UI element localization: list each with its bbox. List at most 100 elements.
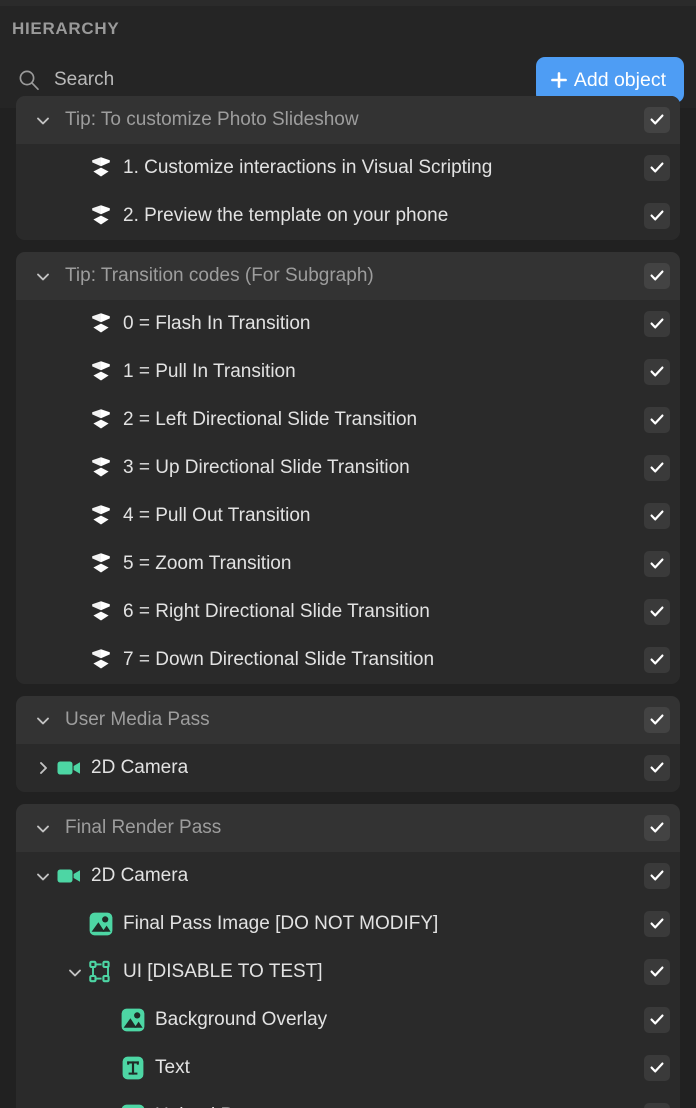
search-icon: [18, 69, 40, 91]
tree-row-label: 1 = Pull In Transition: [123, 361, 296, 382]
tree-row-label: 2D Camera: [91, 865, 189, 886]
tree-row-2-left-directional-slide-transition[interactable]: 2 = Left Directional Slide Transition: [16, 396, 680, 444]
visibility-checkbox[interactable]: [644, 863, 670, 889]
chevron-down-icon: [62, 915, 88, 933]
group-header-final-render-pass[interactable]: Final Render Pass: [16, 804, 680, 852]
visibility-checkbox[interactable]: [644, 407, 670, 433]
visibility-checkbox[interactable]: [644, 815, 670, 841]
visibility-checkbox[interactable]: [644, 455, 670, 481]
tree-row-label: 4 = Pull Out Transition: [123, 505, 311, 526]
visibility-checkbox[interactable]: [644, 599, 670, 625]
chevron-down-icon[interactable]: [30, 711, 56, 729]
tree-row-4-pull-out-transition[interactable]: 4 = Pull Out Transition: [16, 492, 680, 540]
text-icon: [120, 1055, 146, 1081]
mesh-icon: [88, 407, 114, 433]
visibility-checkbox[interactable]: [644, 707, 670, 733]
page-title: HIERARCHY: [0, 6, 696, 52]
visibility-checkbox[interactable]: [644, 1055, 670, 1081]
tree-row-label: Text: [155, 1057, 190, 1078]
chevron-right-icon[interactable]: [30, 759, 56, 777]
visibility-checkbox[interactable]: [644, 911, 670, 937]
visibility-checkbox[interactable]: [644, 755, 670, 781]
tree-row-label: Background Overlay: [155, 1009, 328, 1030]
tree-row-label: 2. Preview the template on your phone: [123, 205, 449, 226]
hierarchy-group-tip-transition-codes-for-subgraph: Tip: Transition codes (For Subgraph) 0 = …: [16, 252, 680, 684]
plus-icon: [549, 70, 569, 90]
camera-icon: [56, 863, 82, 889]
tree-row-0-flash-in-transition[interactable]: 0 = Flash In Transition: [16, 300, 680, 348]
ui-node-icon: [88, 959, 114, 985]
tree-row-label: 1. Customize interactions in Visual Scri…: [123, 157, 493, 178]
chevron-down-icon[interactable]: [30, 819, 56, 837]
visibility-checkbox[interactable]: [644, 503, 670, 529]
visibility-checkbox[interactable]: [644, 1103, 670, 1108]
chevron-down-icon: [62, 555, 88, 573]
visibility-checkbox[interactable]: [644, 647, 670, 673]
hierarchy-group-tip-to-customize-photo-slideshow: Tip: To customize Photo Slideshow 1. Cust…: [16, 96, 680, 240]
tree-row-label: 2D Camera: [91, 757, 189, 778]
chevron-down-icon: [62, 159, 88, 177]
visibility-checkbox[interactable]: [644, 155, 670, 181]
tree-row-ui-disable-to-test[interactable]: UI [DISABLE TO TEST]: [16, 948, 680, 996]
visibility-checkbox[interactable]: [644, 203, 670, 229]
chevron-down-icon: [94, 1011, 120, 1029]
tree-row-final-pass-image-do-not-modify[interactable]: Final Pass Image [DO NOT MODIFY]: [16, 900, 680, 948]
image-icon: [120, 1103, 146, 1108]
chevron-down-icon[interactable]: [30, 111, 56, 129]
tree-row-3-up-directional-slide-transition[interactable]: 3 = Up Directional Slide Transition: [16, 444, 680, 492]
group-header-tip-transition-codes-for-subgraph[interactable]: Tip: Transition codes (For Subgraph): [16, 252, 680, 300]
chevron-down-icon: [62, 651, 88, 669]
group-header-label: Tip: To customize Photo Slideshow: [65, 109, 359, 130]
image-icon: [120, 1007, 146, 1033]
visibility-checkbox[interactable]: [644, 359, 670, 385]
tree-row-2-preview-the-template-on-your-phone[interactable]: 2. Preview the template on your phone: [16, 192, 680, 240]
mesh-icon: [88, 155, 114, 181]
tree-row-7-down-directional-slide-transition[interactable]: 7 = Down Directional Slide Transition: [16, 636, 680, 684]
image-icon: [88, 911, 114, 937]
group-header-tip-to-customize-photo-slideshow[interactable]: Tip: To customize Photo Slideshow: [16, 96, 680, 144]
chevron-down-icon[interactable]: [30, 267, 56, 285]
chevron-down-icon: [94, 1059, 120, 1077]
tree-row-label: 3 = Up Directional Slide Transition: [123, 457, 410, 478]
visibility-checkbox[interactable]: [644, 959, 670, 985]
chevron-down-icon: [62, 207, 88, 225]
hierarchy-tree[interactable]: Tip: To customize Photo Slideshow 1. Cust…: [0, 96, 696, 1108]
mesh-icon: [88, 551, 114, 577]
chevron-down-icon: [62, 459, 88, 477]
tree-row-6-right-directional-slide-transition[interactable]: 6 = Right Directional Slide Transition: [16, 588, 680, 636]
add-object-label: Add object: [573, 68, 666, 91]
visibility-checkbox[interactable]: [644, 263, 670, 289]
tree-row-label: 0 = Flash In Transition: [123, 313, 311, 334]
tree-row-1-customize-interactions-in-visual-scripting[interactable]: 1. Customize interactions in Visual Scri…: [16, 144, 680, 192]
tree-row-1-pull-in-transition[interactable]: 1 = Pull In Transition: [16, 348, 680, 396]
tree-row-label: 5 = Zoom Transition: [123, 553, 292, 574]
chevron-down-icon[interactable]: [30, 867, 56, 885]
tree-row-5-zoom-transition[interactable]: 5 = Zoom Transition: [16, 540, 680, 588]
group-header-user-media-pass[interactable]: User Media Pass: [16, 696, 680, 744]
tree-row-background-overlay[interactable]: Background Overlay: [16, 996, 680, 1044]
visibility-checkbox[interactable]: [644, 311, 670, 337]
camera-icon: [56, 755, 82, 781]
group-header-label: Final Render Pass: [65, 817, 222, 838]
chevron-down-icon: [62, 507, 88, 525]
mesh-icon: [88, 311, 114, 337]
tree-row-2d-camera[interactable]: 2D Camera: [16, 744, 680, 792]
chevron-down-icon: [62, 411, 88, 429]
mesh-icon: [88, 503, 114, 529]
group-header-label: Tip: Transition codes (For Subgraph): [65, 265, 374, 286]
chevron-down-icon: [62, 315, 88, 333]
mesh-icon: [88, 359, 114, 385]
visibility-checkbox[interactable]: [644, 107, 670, 133]
visibility-checkbox[interactable]: [644, 551, 670, 577]
tree-row-2d-camera[interactable]: 2D Camera: [16, 852, 680, 900]
tree-row-upload-prompt[interactable]: Upload Prompt: [16, 1092, 680, 1108]
visibility-checkbox[interactable]: [644, 1007, 670, 1033]
tree-row-text[interactable]: Text: [16, 1044, 680, 1092]
chevron-down-icon[interactable]: [62, 963, 88, 981]
chevron-down-icon: [62, 603, 88, 621]
mesh-icon: [88, 647, 114, 673]
tree-row-label: Final Pass Image [DO NOT MODIFY]: [123, 913, 439, 934]
chevron-down-icon: [62, 363, 88, 381]
mesh-icon: [88, 203, 114, 229]
hierarchy-group-user-media-pass: User Media Pass 2D Camera: [16, 696, 680, 792]
